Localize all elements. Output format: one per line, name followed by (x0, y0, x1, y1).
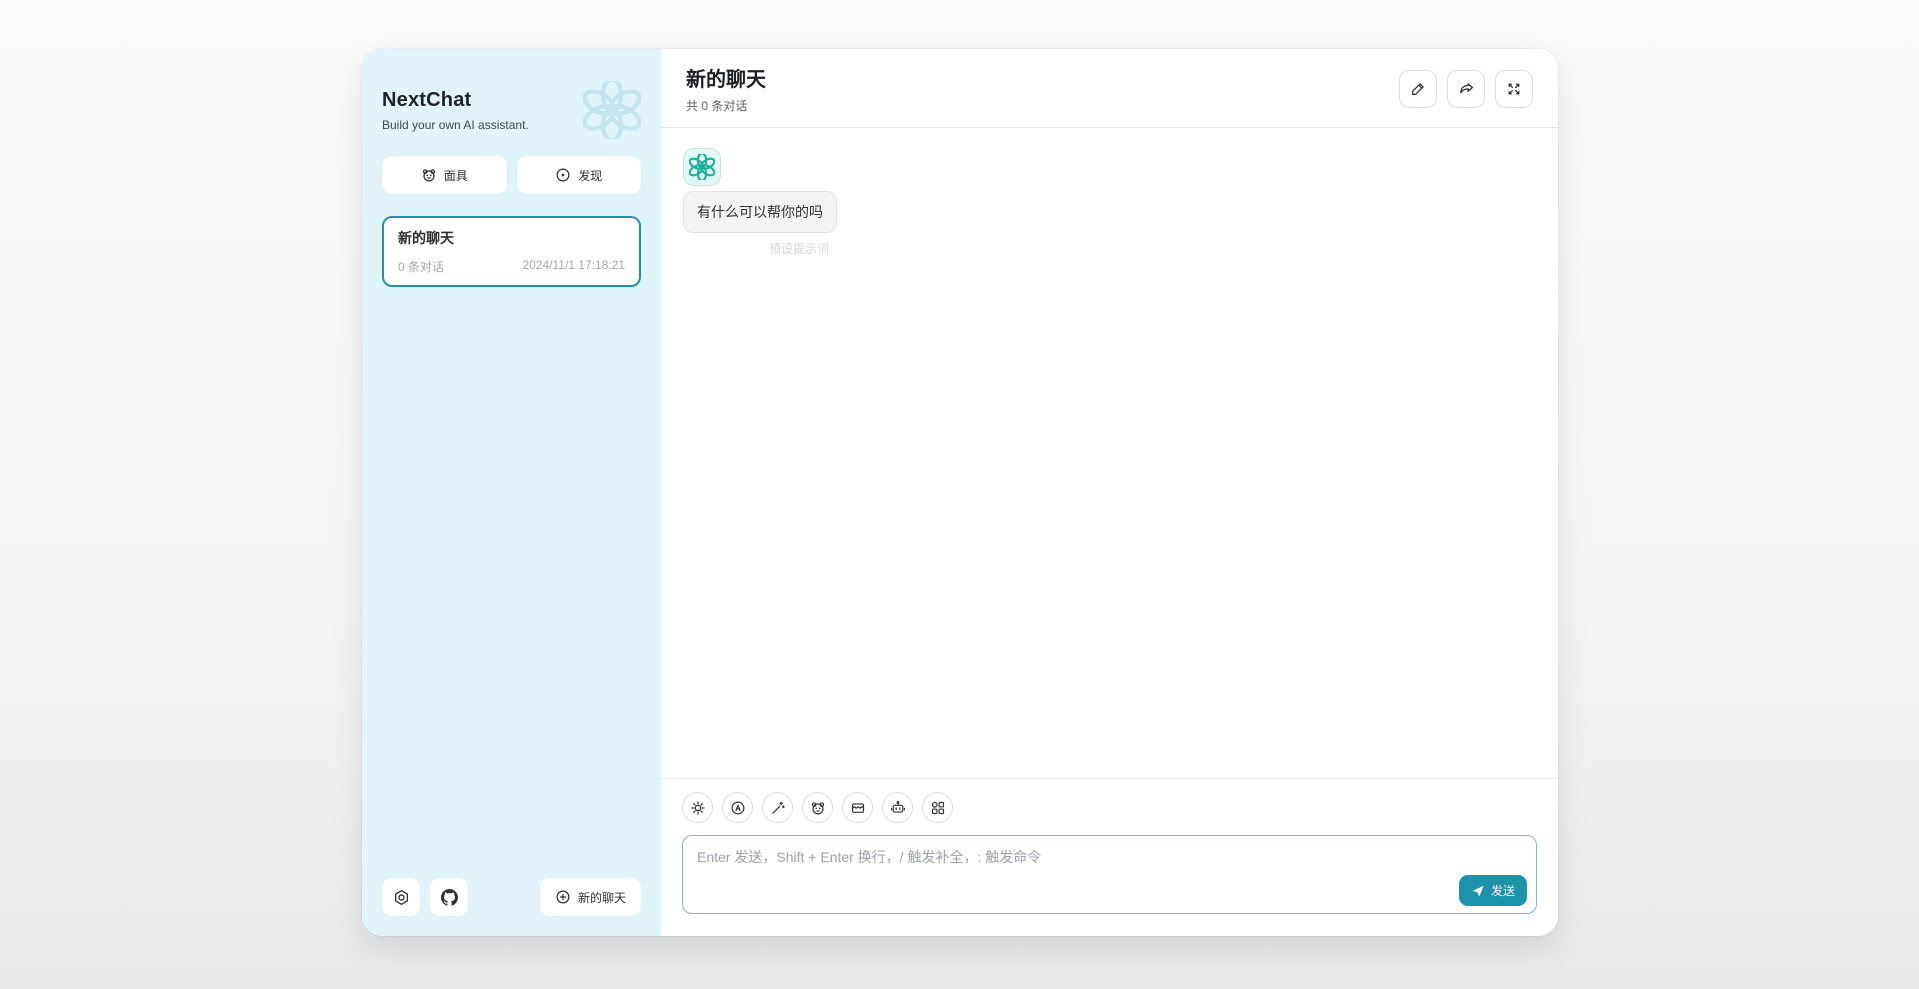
shortcut-icon (930, 800, 946, 816)
discover-button-label: 发现 (578, 167, 602, 184)
settings-icon (393, 889, 410, 906)
mask-toolbar-button[interactable] (802, 792, 833, 823)
chat-item-count: 0 条对话 (398, 258, 444, 275)
chat-subtitle: 共 0 条对话 (686, 97, 766, 114)
github-button[interactable] (430, 878, 468, 916)
sidebar-actions: 面具 发现 (382, 156, 641, 194)
mask-icon (421, 167, 437, 183)
chat-header-actions (1399, 70, 1533, 108)
input-toolbar (682, 792, 1537, 823)
shortcut-button[interactable] (922, 792, 953, 823)
brand-logo-icon (583, 81, 641, 139)
share-chat-button[interactable] (1447, 70, 1485, 108)
app-window: NextChat Build your own AI assistant. (362, 49, 1558, 936)
sidebar-spacer (382, 287, 641, 878)
sidebar-header: NextChat Build your own AI assistant. (382, 89, 641, 132)
prompt-icon (770, 800, 786, 816)
message-list: 有什么可以帮你的吗 预设提示词 (661, 128, 1558, 778)
mask-button-label: 面具 (444, 167, 468, 184)
model-icon (890, 800, 906, 816)
chat-header-titles: 新的聊天 共 0 条对话 (686, 63, 766, 114)
share-icon (1458, 80, 1475, 97)
theme-icon (730, 800, 746, 816)
bot-avatar-logo-icon (689, 154, 715, 180)
sidebar-footer: 新的聊天 (382, 878, 641, 916)
send-icon (1471, 884, 1485, 898)
chat-item-title: 新的聊天 (398, 228, 625, 248)
chat-title[interactable]: 新的聊天 (686, 63, 766, 92)
mask-icon (810, 800, 826, 816)
chat-item-meta: 0 条对话 2024/11/1 17:18:21 (398, 258, 625, 275)
settings-button[interactable] (382, 878, 420, 916)
clear-context-icon (850, 800, 866, 816)
chat-panel: 新的聊天 共 0 条对话 (661, 49, 1558, 936)
github-icon (441, 889, 458, 906)
add-icon (555, 889, 571, 905)
chat-item-time: 2024/11/1 17:18:21 (522, 258, 625, 275)
model-select-button[interactable] (882, 792, 913, 823)
edit-icon (1410, 81, 1426, 97)
chat-list: 新的聊天 0 条对话 2024/11/1 17:18:21 (382, 216, 641, 287)
rename-chat-button[interactable] (1399, 70, 1437, 108)
theme-toggle-button[interactable] (722, 792, 753, 823)
bot-avatar (683, 148, 721, 186)
bot-message: 有什么可以帮你的吗 预设提示词 (683, 148, 837, 257)
mask-button[interactable]: 面具 (382, 156, 507, 194)
prompt-hints-button[interactable] (762, 792, 793, 823)
chat-list-item-selected[interactable]: 新的聊天 0 条对话 2024/11/1 17:18:21 (382, 216, 641, 287)
chat-header: 新的聊天 共 0 条对话 (661, 49, 1558, 128)
fullscreen-button[interactable] (1495, 70, 1533, 108)
discover-icon (555, 167, 571, 183)
new-chat-button-label: 新的聊天 (578, 889, 626, 906)
send-button[interactable]: 发送 (1459, 875, 1527, 906)
chat-settings-icon (690, 800, 706, 816)
input-panel: 发送 (661, 778, 1558, 936)
sidebar: NextChat Build your own AI assistant. (362, 49, 661, 936)
bot-message-bubble: 有什么可以帮你的吗 (683, 191, 837, 233)
chat-settings-button[interactable] (682, 792, 713, 823)
new-chat-button[interactable]: 新的聊天 (540, 878, 641, 916)
chat-input-area: 发送 (682, 835, 1537, 919)
discover-button[interactable]: 发现 (517, 156, 642, 194)
clear-context-button[interactable] (842, 792, 873, 823)
send-button-label: 发送 (1491, 882, 1515, 899)
preset-prompt-hint: 预设提示词 (683, 240, 837, 257)
fullscreen-icon (1506, 81, 1522, 97)
chat-input[interactable] (682, 835, 1537, 914)
